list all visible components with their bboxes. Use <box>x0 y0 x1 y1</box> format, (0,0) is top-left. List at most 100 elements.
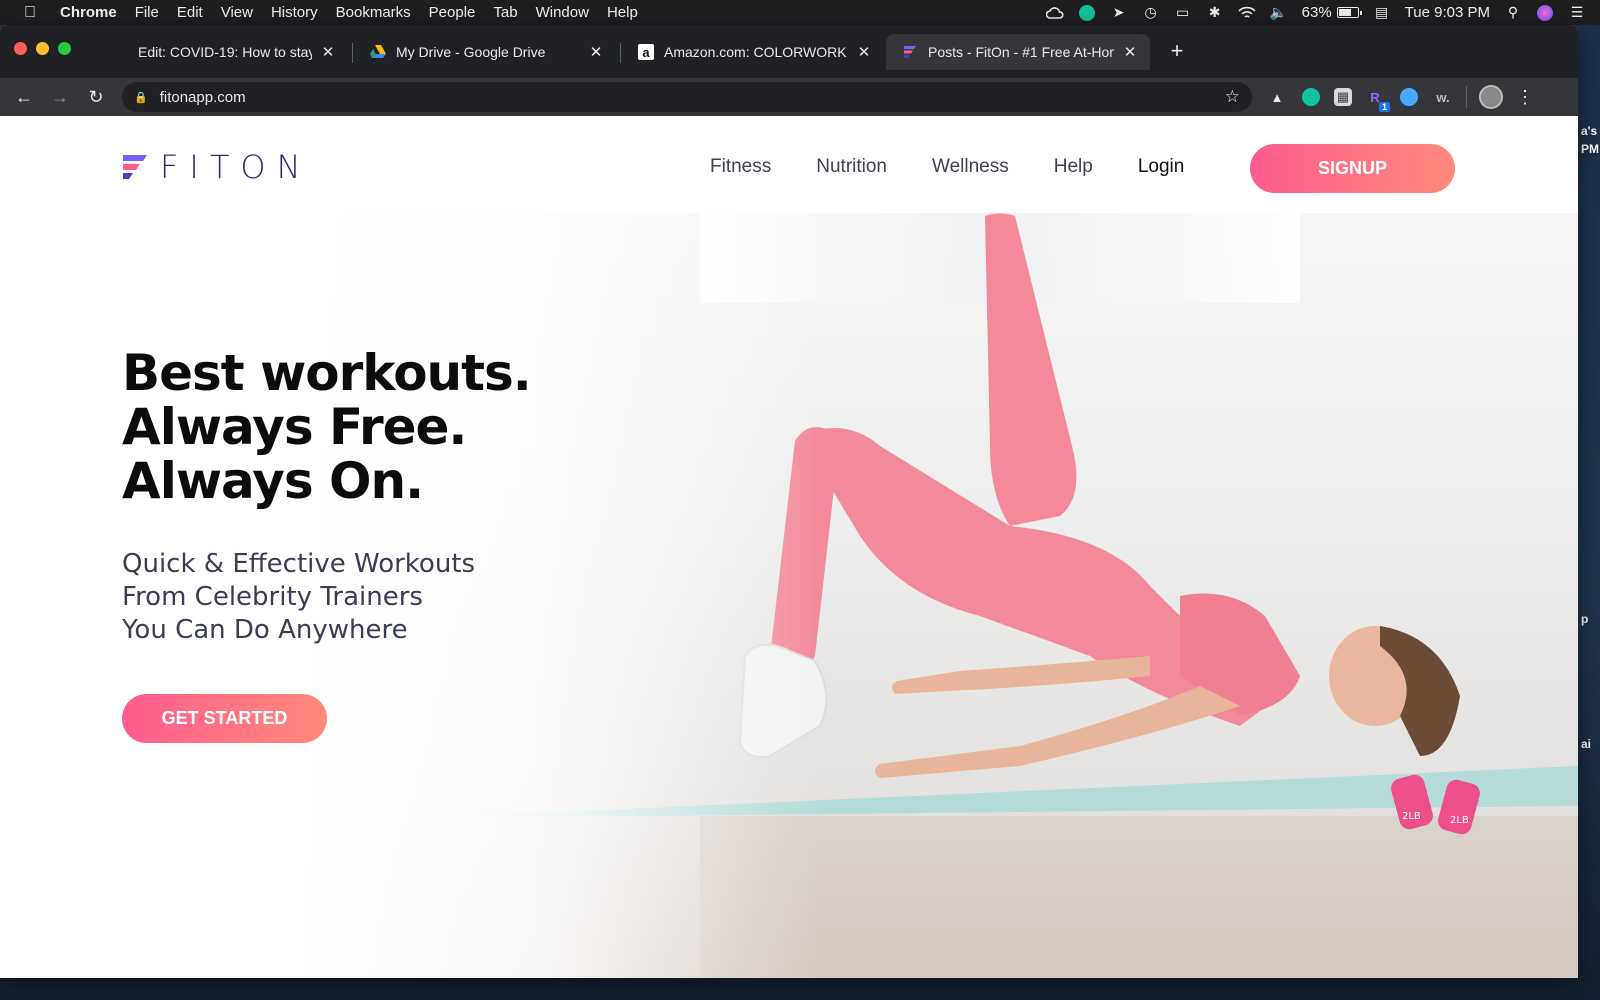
tab-google-drive[interactable]: My Drive - Google Drive ✕ <box>354 34 616 70</box>
volume-icon[interactable]: 🔈 <box>1270 4 1288 22</box>
nav-fitness[interactable]: Fitness <box>710 156 771 178</box>
close-window-icon[interactable] <box>14 42 27 55</box>
login-link[interactable]: Login <box>1138 156 1185 178</box>
close-icon[interactable]: ✕ <box>588 43 604 61</box>
dumbbell-label: 2LB <box>1450 815 1469 826</box>
hero-subheadline: Quick & Effective Workouts From Celebrit… <box>122 548 531 647</box>
wifi-icon[interactable] <box>1238 4 1256 22</box>
menubar-clock[interactable]: Tue 9:03 PM <box>1405 4 1490 21</box>
nav-nutrition[interactable]: Nutrition <box>816 156 887 178</box>
tab-strip: Edit: COVID-19: How to stay bu ✕ My Driv… <box>0 25 1578 78</box>
menu-window[interactable]: Window <box>527 4 598 21</box>
close-icon[interactable]: ✕ <box>320 43 336 61</box>
site-header: FITON Fitness Nutrition Wellness Help Lo… <box>0 116 1578 213</box>
close-icon[interactable]: ✕ <box>1122 43 1138 61</box>
desktop-peek-text: a's <box>1581 124 1598 138</box>
menu-help[interactable]: Help <box>598 4 647 21</box>
blue-extension-icon[interactable] <box>1398 86 1420 108</box>
fiton-logo-mark-icon <box>123 155 147 179</box>
hero-headline: Always Free. <box>122 398 467 456</box>
amazon-icon: a <box>638 44 654 60</box>
bluetooth-icon[interactable]: ✱ <box>1206 4 1224 22</box>
toolbar-divider <box>1466 86 1467 108</box>
nav-wellness[interactable]: Wellness <box>932 156 1009 178</box>
chrome-menu-icon[interactable]: ⋮ <box>1515 87 1535 108</box>
extension-badge: 1 <box>1378 102 1390 112</box>
grammarly-extension-icon[interactable] <box>1300 86 1322 108</box>
address-bar-url[interactable]: fitonapp.com <box>160 89 1225 106</box>
zoom-window-icon[interactable] <box>58 42 71 55</box>
google-drive-icon <box>370 44 386 60</box>
reload-icon[interactable]: ↻ <box>82 83 110 111</box>
bookmark-star-icon[interactable]: ☆ <box>1225 87 1240 107</box>
hero-subheadline-line: From Celebrity Trainers <box>122 582 423 612</box>
battery-icon <box>1336 7 1362 18</box>
mac-menubar:  Chrome File Edit View History Bookmark… <box>0 0 1600 25</box>
get-started-button[interactable]: GET STARTED <box>122 694 327 743</box>
extension-icon[interactable]: ▦ <box>1334 88 1352 106</box>
page-viewport: 2LB 2LB FITON Fitness Nutrition Wellness… <box>0 116 1578 978</box>
tab-amazon[interactable]: a Amazon.com: COLORWORK DI ✕ <box>622 34 884 70</box>
minimize-window-icon[interactable] <box>36 42 49 55</box>
desktop-peek-text: PM <box>1581 142 1599 156</box>
logo-text: FITON <box>160 148 312 186</box>
hero-headline: Always On. <box>122 452 424 510</box>
creative-cloud-icon[interactable] <box>1045 4 1064 22</box>
hero-headline: Best workouts. <box>122 344 532 402</box>
site-nav: Fitness Nutrition Wellness Help Login <box>710 156 1208 178</box>
profile-avatar[interactable] <box>1479 85 1503 109</box>
battery-percent: 63% <box>1301 4 1332 21</box>
tab-separator <box>620 43 621 63</box>
tab-separator <box>352 43 353 63</box>
browser-toolbar: ← → ↻ 🔒 fitonapp.com ☆ ▲ ▦ R1 w. ⋮ <box>0 78 1578 116</box>
airplay-icon[interactable]: ▭ <box>1174 4 1192 22</box>
dumbbell-label: 2LB <box>1402 811 1421 822</box>
desktop-peek-text: ai <box>1581 737 1592 751</box>
hero-text: Best workouts. Always Free. Always On. Q… <box>122 344 532 647</box>
fiton-icon <box>902 44 918 60</box>
extension-with-badge-icon[interactable]: R1 <box>1364 86 1390 112</box>
location-arrow-icon[interactable]: ➤ <box>1110 4 1128 22</box>
menu-edit[interactable]: Edit <box>168 4 212 21</box>
hero-subheadline-line: Quick & Effective Workouts <box>122 549 476 579</box>
battery-status[interactable]: 63% <box>1301 4 1362 21</box>
address-bar[interactable]: 🔒 fitonapp.com ☆ <box>122 82 1252 112</box>
siri-icon[interactable] <box>1536 4 1554 22</box>
input-source-icon[interactable]: ▤ <box>1373 4 1391 22</box>
tab-title: Posts - FitOn - #1 Free At-Hom <box>928 44 1114 60</box>
google-drive-extension-icon[interactable]: ▲ <box>1266 86 1288 108</box>
menu-app-name[interactable]: Chrome <box>60 4 126 21</box>
menu-tab[interactable]: Tab <box>484 4 526 21</box>
menu-file[interactable]: File <box>126 4 168 21</box>
extensions-area: ▲ ▦ R1 w. ⋮ <box>1266 85 1535 112</box>
close-icon[interactable]: ✕ <box>856 43 872 61</box>
nav-help[interactable]: Help <box>1054 156 1093 178</box>
signup-button[interactable]: SIGNUP <box>1250 144 1455 193</box>
tab-title: Amazon.com: COLORWORK DI <box>664 44 848 60</box>
forward-arrow-icon[interactable]: → <box>46 83 74 111</box>
desktop-peek-text: p <box>1581 612 1589 626</box>
w-extension-icon[interactable]: w. <box>1432 86 1454 108</box>
window-controls <box>14 42 71 55</box>
blank-page-icon <box>112 44 128 60</box>
battery-fill <box>1338 9 1352 16</box>
menu-view[interactable]: View <box>212 4 262 21</box>
notification-center-icon[interactable]: ☰ <box>1568 4 1586 22</box>
back-arrow-icon[interactable]: ← <box>10 83 38 111</box>
hero-subheadline-line: You Can Do Anywhere <box>122 615 408 645</box>
lock-icon[interactable]: 🔒 <box>134 91 148 104</box>
time-machine-icon[interactable]: ◷ <box>1142 4 1160 22</box>
menu-people[interactable]: People <box>420 4 485 21</box>
new-tab-icon[interactable]: + <box>1163 37 1191 65</box>
browser-window: Edit: COVID-19: How to stay bu ✕ My Driv… <box>0 25 1578 978</box>
menu-bookmarks[interactable]: Bookmarks <box>327 4 420 21</box>
fiton-logo[interactable]: FITON <box>122 148 312 186</box>
apple-menu-icon[interactable]:  <box>0 4 60 22</box>
tab-edit-covid[interactable]: Edit: COVID-19: How to stay bu ✕ <box>96 34 348 70</box>
spotlight-search-icon[interactable]: ⚲ <box>1504 4 1522 22</box>
tab-title: Edit: COVID-19: How to stay bu <box>138 44 312 60</box>
tab-title: My Drive - Google Drive <box>396 44 546 60</box>
tab-fiton-active[interactable]: Posts - FitOn - #1 Free At-Hom ✕ <box>886 34 1150 70</box>
grammarly-icon[interactable] <box>1078 4 1096 22</box>
menu-history[interactable]: History <box>262 4 327 21</box>
